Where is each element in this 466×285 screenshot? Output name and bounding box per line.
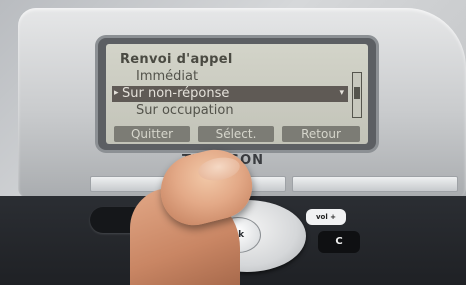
scrollbar-thumb (354, 87, 360, 99)
lcd-display: Renvoi d'appel Immédiat ▸ Sur non-répons… (106, 44, 368, 144)
menu-item-sur-occupation[interactable]: Sur occupation (136, 103, 234, 118)
menu-title: Renvoi d'appel (120, 52, 233, 67)
softkey-labels: Quitter Sélect. Retour (114, 126, 360, 142)
menu-item-immediat[interactable]: Immédiat (136, 69, 198, 84)
desk-phone-photo: Renvoi d'appel Immédiat ▸ Sur non-répons… (0, 0, 466, 285)
clear-button[interactable]: C (318, 231, 360, 253)
softkey-select[interactable]: Sélect. (198, 126, 274, 142)
menu-item-sur-non-reponse[interactable]: Sur non-réponse (122, 86, 229, 101)
selection-marker-icon: ▸ (114, 88, 119, 98)
dropdown-arrow-icon: ▾ (339, 88, 344, 98)
softkey-quitter[interactable]: Quitter (114, 126, 190, 142)
softkey-buttons (86, 176, 460, 192)
softkey-button-3[interactable] (292, 176, 458, 192)
lcd-scrollbar (352, 72, 362, 118)
menu-item-selected[interactable]: ▸ Sur non-réponse ▾ (112, 86, 348, 102)
volume-up-button[interactable]: vol + (306, 209, 346, 225)
softkey-retour[interactable]: Retour (282, 126, 360, 142)
